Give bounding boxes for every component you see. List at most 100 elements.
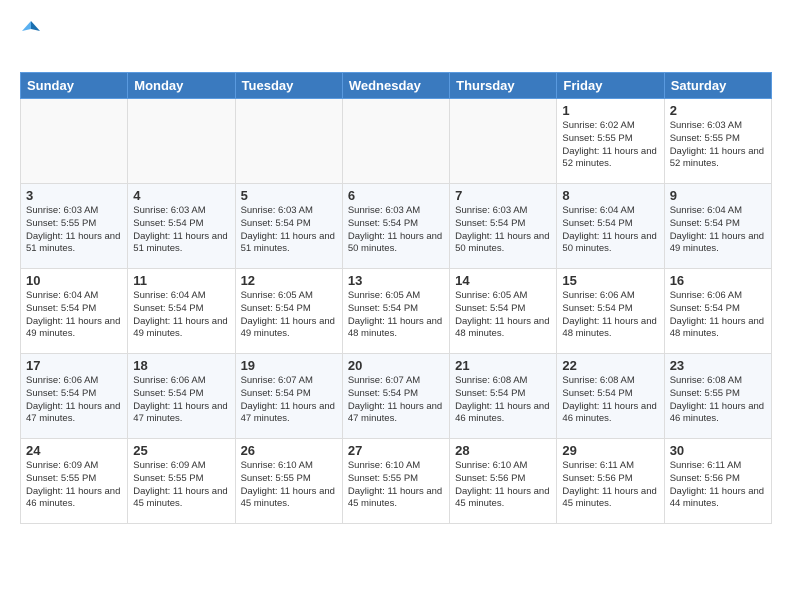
- day-info: Sunrise: 6:03 AM Sunset: 5:54 PM Dayligh…: [133, 205, 229, 256]
- day-number: 5: [241, 188, 337, 203]
- weekday-header-sunday: Sunday: [21, 73, 128, 99]
- day-number: 4: [133, 188, 229, 203]
- calendar-cell: [450, 99, 557, 184]
- calendar-cell: [128, 99, 235, 184]
- calendar-cell: 17Sunrise: 6:06 AM Sunset: 5:54 PM Dayli…: [21, 354, 128, 439]
- day-number: 23: [670, 358, 766, 373]
- calendar-cell: 21 Sunrise: 6:08 AM Sunset: 5:54 PM Dayli…: [450, 354, 557, 439]
- day-info: Sunrise: 6:10 AM Sunset: 5:55 PM Dayligh…: [348, 460, 444, 511]
- calendar-week-row: 3 Sunrise: 6:03 AM Sunset: 5:55 PM Daylig…: [21, 184, 772, 269]
- day-info: Sunrise: 6:03 AM Sunset: 5:55 PM Dayligh…: [26, 205, 122, 256]
- day-info: Sunrise: 6:05 AM Sunset: 5:54 PM Dayligh…: [455, 290, 551, 341]
- calendar-cell: 30Sunrise: 6:11 AM Sunset: 5:56 PM Dayli…: [664, 439, 771, 524]
- day-number: 19: [241, 358, 337, 373]
- calendar-cell: 19 Sunrise: 6:07 AM Sunset: 5:54 PM Dayli…: [235, 354, 342, 439]
- calendar-cell: 15 Sunrise: 6:06 AM Sunset: 5:54 PM Dayli…: [557, 269, 664, 354]
- day-info: Sunrise: 6:03 AM Sunset: 5:54 PM Dayligh…: [348, 205, 444, 256]
- header: General: [20, 16, 772, 62]
- calendar-cell: 7 Sunrise: 6:03 AM Sunset: 5:54 PM Daylig…: [450, 184, 557, 269]
- calendar-week-row: 10 Sunrise: 6:04 AM Sunset: 5:54 PM Dayli…: [21, 269, 772, 354]
- calendar-cell: 14 Sunrise: 6:05 AM Sunset: 5:54 PM Dayli…: [450, 269, 557, 354]
- weekday-header-row: SundayMondayTuesdayWednesdayThursdayFrid…: [21, 73, 772, 99]
- calendar-cell: 5 Sunrise: 6:03 AM Sunset: 5:54 PM Daylig…: [235, 184, 342, 269]
- day-info: Sunrise: 6:03 AM Sunset: 5:54 PM Dayligh…: [455, 205, 551, 256]
- calendar-cell: 3 Sunrise: 6:03 AM Sunset: 5:55 PM Daylig…: [21, 184, 128, 269]
- day-number: 12: [241, 273, 337, 288]
- calendar-cell: [342, 99, 449, 184]
- day-number: 10: [26, 273, 122, 288]
- day-number: 9: [670, 188, 766, 203]
- day-number: 11: [133, 273, 229, 288]
- weekday-header-saturday: Saturday: [664, 73, 771, 99]
- weekday-header-tuesday: Tuesday: [235, 73, 342, 99]
- calendar-week-row: 17Sunrise: 6:06 AM Sunset: 5:54 PM Dayli…: [21, 354, 772, 439]
- day-info: Sunrise: 6:06 AM Sunset: 5:54 PM Dayligh…: [562, 290, 658, 341]
- day-info: Sunrise: 6:03 AM Sunset: 5:55 PM Dayligh…: [670, 120, 766, 171]
- day-number: 6: [348, 188, 444, 203]
- day-number: 24: [26, 443, 122, 458]
- day-number: 13: [348, 273, 444, 288]
- day-info: Sunrise: 6:06 AM Sunset: 5:54 PM Dayligh…: [26, 375, 122, 426]
- calendar-week-row: 1 Sunrise: 6:02 AM Sunset: 5:55 PM Daylig…: [21, 99, 772, 184]
- day-number: 16: [670, 273, 766, 288]
- day-number: 15: [562, 273, 658, 288]
- day-number: 1: [562, 103, 658, 118]
- calendar-cell: 16 Sunrise: 6:06 AM Sunset: 5:54 PM Dayli…: [664, 269, 771, 354]
- day-info: Sunrise: 6:04 AM Sunset: 5:54 PM Dayligh…: [26, 290, 122, 341]
- day-number: 26: [241, 443, 337, 458]
- calendar-cell: 12Sunrise: 6:05 AM Sunset: 5:54 PM Dayli…: [235, 269, 342, 354]
- day-info: Sunrise: 6:08 AM Sunset: 5:54 PM Dayligh…: [455, 375, 551, 426]
- calendar-cell: 18 Sunrise: 6:06 AM Sunset: 5:54 PM Dayli…: [128, 354, 235, 439]
- day-info: Sunrise: 6:09 AM Sunset: 5:55 PM Dayligh…: [26, 460, 122, 511]
- day-number: 7: [455, 188, 551, 203]
- day-number: 25: [133, 443, 229, 458]
- weekday-header-monday: Monday: [128, 73, 235, 99]
- calendar-cell: 2 Sunrise: 6:03 AM Sunset: 5:55 PM Daylig…: [664, 99, 771, 184]
- logo: General: [20, 16, 96, 62]
- calendar-cell: 27 Sunrise: 6:10 AM Sunset: 5:55 PM Dayli…: [342, 439, 449, 524]
- day-info: Sunrise: 6:06 AM Sunset: 5:54 PM Dayligh…: [670, 290, 766, 341]
- day-info: Sunrise: 6:09 AM Sunset: 5:55 PM Dayligh…: [133, 460, 229, 511]
- calendar-cell: 20 Sunrise: 6:07 AM Sunset: 5:54 PM Dayli…: [342, 354, 449, 439]
- day-info: Sunrise: 6:03 AM Sunset: 5:54 PM Dayligh…: [241, 205, 337, 256]
- weekday-header-wednesday: Wednesday: [342, 73, 449, 99]
- day-number: 21: [455, 358, 551, 373]
- calendar-cell: 4 Sunrise: 6:03 AM Sunset: 5:54 PM Daylig…: [128, 184, 235, 269]
- calendar-cell: 9 Sunrise: 6:04 AM Sunset: 5:54 PM Daylig…: [664, 184, 771, 269]
- weekday-header-thursday: Thursday: [450, 73, 557, 99]
- day-info: Sunrise: 6:04 AM Sunset: 5:54 PM Dayligh…: [562, 205, 658, 256]
- calendar-cell: 29Sunrise: 6:11 AM Sunset: 5:56 PM Dayli…: [557, 439, 664, 524]
- calendar-cell: 22 Sunrise: 6:08 AM Sunset: 5:54 PM Dayli…: [557, 354, 664, 439]
- day-info: Sunrise: 6:10 AM Sunset: 5:56 PM Dayligh…: [455, 460, 551, 511]
- day-info: Sunrise: 6:06 AM Sunset: 5:54 PM Dayligh…: [133, 375, 229, 426]
- calendar-cell: 8 Sunrise: 6:04 AM Sunset: 5:54 PM Daylig…: [557, 184, 664, 269]
- calendar-cell: [21, 99, 128, 184]
- day-number: 22: [562, 358, 658, 373]
- day-number: 2: [670, 103, 766, 118]
- day-number: 30: [670, 443, 766, 458]
- day-info: Sunrise: 6:10 AM Sunset: 5:55 PM Dayligh…: [241, 460, 337, 511]
- day-number: 8: [562, 188, 658, 203]
- calendar-table: SundayMondayTuesdayWednesdayThursdayFrid…: [20, 72, 772, 524]
- day-number: 18: [133, 358, 229, 373]
- day-info: Sunrise: 6:07 AM Sunset: 5:54 PM Dayligh…: [348, 375, 444, 426]
- calendar-week-row: 24 Sunrise: 6:09 AM Sunset: 5:55 PM Dayli…: [21, 439, 772, 524]
- day-info: Sunrise: 6:08 AM Sunset: 5:54 PM Dayligh…: [562, 375, 658, 426]
- calendar-cell: 13 Sunrise: 6:05 AM Sunset: 5:54 PM Dayli…: [342, 269, 449, 354]
- logo-bird-icon: [22, 19, 40, 37]
- day-info: Sunrise: 6:02 AM Sunset: 5:55 PM Dayligh…: [562, 120, 658, 171]
- calendar-cell: 25 Sunrise: 6:09 AM Sunset: 5:55 PM Dayli…: [128, 439, 235, 524]
- calendar-cell: 11 Sunrise: 6:04 AM Sunset: 5:54 PM Dayli…: [128, 269, 235, 354]
- day-number: 20: [348, 358, 444, 373]
- day-info: Sunrise: 6:07 AM Sunset: 5:54 PM Dayligh…: [241, 375, 337, 426]
- calendar-cell: [235, 99, 342, 184]
- day-number: 14: [455, 273, 551, 288]
- day-info: Sunrise: 6:08 AM Sunset: 5:55 PM Dayligh…: [670, 375, 766, 426]
- day-info: Sunrise: 6:05 AM Sunset: 5:54 PM Dayligh…: [348, 290, 444, 341]
- day-number: 29: [562, 443, 658, 458]
- day-info: Sunrise: 6:04 AM Sunset: 5:54 PM Dayligh…: [670, 205, 766, 256]
- calendar-cell: 10 Sunrise: 6:04 AM Sunset: 5:54 PM Dayli…: [21, 269, 128, 354]
- day-number: 27: [348, 443, 444, 458]
- day-info: Sunrise: 6:04 AM Sunset: 5:54 PM Dayligh…: [133, 290, 229, 341]
- day-number: 3: [26, 188, 122, 203]
